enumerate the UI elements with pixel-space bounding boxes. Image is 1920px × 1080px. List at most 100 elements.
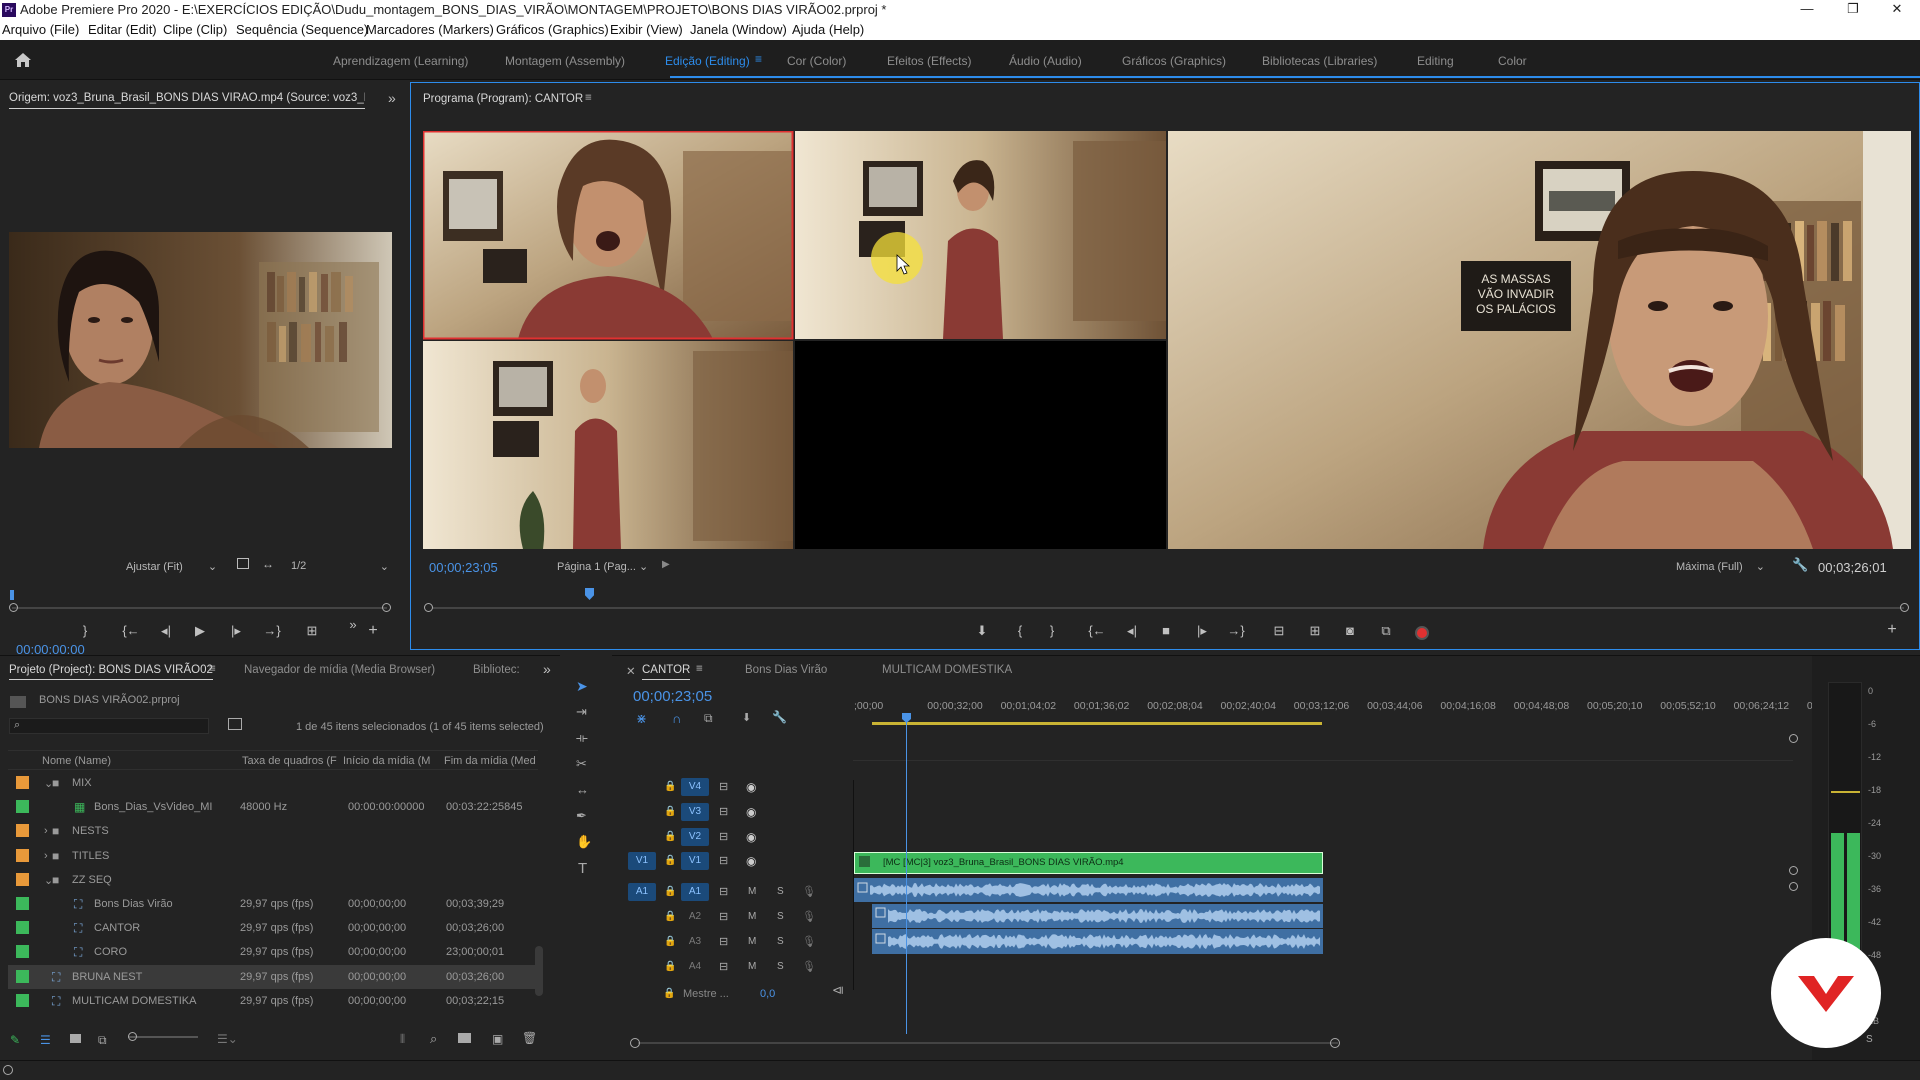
program-zoom-left-handle[interactable] xyxy=(424,603,433,612)
workspace-effects[interactable]: Efeitos (Effects) xyxy=(887,54,971,68)
track-target-button[interactable]: A4 xyxy=(681,958,709,976)
zoom-slider[interactable] xyxy=(128,1036,198,1038)
source-zoom-right-handle[interactable] xyxy=(382,603,391,612)
workspace-audio[interactable]: Áudio (Audio) xyxy=(1009,54,1082,68)
workspace-editing-custom[interactable]: Editing xyxy=(1417,54,1454,68)
timeline-tab-bons-dias[interactable]: Bons Dias Virão xyxy=(745,664,827,676)
project-tab[interactable]: Projeto (Project): BONS DIAS VIRÃO02 xyxy=(9,664,213,680)
sync-lock-icon[interactable]: ⊟ xyxy=(719,935,728,948)
project-row[interactable]: ⛶ CORO 29,97 qps (fps) 00;00;00;00 23;00;00;… xyxy=(8,940,538,964)
new-bin-from-search-icon[interactable] xyxy=(228,718,242,730)
source-fit-dropdown[interactable]: Ajustar (Fit) ⌄ xyxy=(126,560,217,573)
microphone-icon[interactable]: 🎙 xyxy=(802,910,816,923)
eye-icon[interactable]: ◉ xyxy=(746,854,756,868)
solo-button[interactable]: S xyxy=(777,961,784,972)
timeline-tab-menu-icon[interactable]: ≡ xyxy=(696,663,703,675)
sort-icon[interactable]: ☰⌄ xyxy=(217,1032,238,1046)
list-view-icon[interactable]: ☰ xyxy=(40,1033,51,1047)
lock-icon[interactable]: 🔒 xyxy=(663,988,675,999)
project-search-input[interactable]: ⌕ xyxy=(9,718,209,734)
sync-lock-icon[interactable]: ⊟ xyxy=(719,854,728,867)
sync-lock-icon[interactable]: ⊟ xyxy=(719,780,728,793)
source-monitor-tab[interactable]: Origem: voz3_Bruna_Brasil_BONS DIAS VIRÃ… xyxy=(9,92,365,109)
lock-icon[interactable]: 🔒 xyxy=(664,961,676,972)
project-row[interactable]: ⌄ ■ MIX xyxy=(8,771,538,795)
color-label-swatch[interactable] xyxy=(16,897,29,910)
lock-icon[interactable]: 🔒 xyxy=(664,781,676,792)
timeline-tab-multicam[interactable]: MULTICAM DOMESTIKA xyxy=(882,664,1012,676)
go-to-end-icon[interactable]: ⧏ xyxy=(832,983,844,997)
multicam-toggle-icon[interactable]: ⧉ xyxy=(1376,623,1396,639)
workspace-color[interactable]: Cor (Color) xyxy=(787,54,846,68)
microphone-icon[interactable]: 🎙 xyxy=(802,935,816,948)
track-target-button[interactable]: V4 xyxy=(681,778,709,796)
track-target-button[interactable]: A2 xyxy=(681,908,709,926)
color-label-swatch[interactable] xyxy=(16,848,29,862)
lock-icon[interactable]: 🔒 xyxy=(664,806,676,817)
color-label-swatch[interactable] xyxy=(16,824,29,838)
mark-out-icon[interactable]: } xyxy=(1042,623,1062,638)
timeline-hscroll-left[interactable] xyxy=(630,1038,640,1048)
camera-icon[interactable]: ◙ xyxy=(1340,623,1360,638)
timeline-vscroll-handle-top[interactable] xyxy=(1789,734,1798,743)
menu-clip[interactable]: Clipe (Clip) xyxy=(163,22,227,37)
workspace-editing[interactable]: Edição (Editing) xyxy=(665,54,750,68)
work-area-bar[interactable] xyxy=(872,722,1322,725)
program-tab-menu-icon[interactable]: ≡ xyxy=(585,92,592,104)
close-button[interactable]: ✕ xyxy=(1874,0,1920,20)
timeline-hscroll[interactable] xyxy=(638,1042,1338,1044)
maximize-button[interactable]: ❐ xyxy=(1830,0,1876,20)
video-clip[interactable]: [MC [MC|3] voz3_Bruna_Brasil_BONS DIAS V… xyxy=(854,852,1323,874)
menu-file[interactable]: Arquivo (File) xyxy=(2,22,79,37)
hand-tool-icon[interactable]: ✋ xyxy=(576,834,592,850)
source-resolution-dropdown[interactable]: 1/2 ⌄ xyxy=(291,560,391,573)
project-row[interactable]: ▦ Bons_Dias_VsVideo_MI 48000 Hz 00:00:00:00… xyxy=(8,795,538,819)
chevron-right-icon[interactable]: › xyxy=(44,825,48,837)
track-select-tool-icon[interactable]: ⇥ xyxy=(576,704,587,720)
project-tab-menu-icon[interactable]: ≡ xyxy=(209,663,216,675)
program-timecode[interactable]: 00;00;23;05 xyxy=(429,560,498,575)
eye-icon[interactable]: ◉ xyxy=(746,780,756,794)
page-next-icon[interactable]: ▶ xyxy=(662,559,670,570)
chevron-right-icon[interactable]: › xyxy=(44,850,48,862)
nest-toggle-icon[interactable]: ⋇ xyxy=(636,711,647,727)
column-name[interactable]: Nome (Name) xyxy=(42,755,111,767)
add-button-icon[interactable]: + xyxy=(363,622,383,640)
workspace-menu-icon[interactable]: ≡ xyxy=(755,52,762,66)
pen-tool-icon[interactable]: ✒ xyxy=(576,808,587,824)
column-media-end[interactable]: Fim da mídia (Med xyxy=(444,755,544,767)
close-icon[interactable]: ✕ xyxy=(626,664,636,678)
solo-button[interactable]: S xyxy=(777,911,784,922)
extract-icon[interactable]: ⊞ xyxy=(1305,623,1325,639)
eye-icon[interactable]: ◉ xyxy=(746,805,756,819)
timeline-settings-wrench-icon[interactable]: 🔧 xyxy=(772,710,787,724)
record-icon[interactable] xyxy=(1415,626,1429,640)
step-forward-icon[interactable]: |▸ xyxy=(226,623,246,639)
project-row[interactable]: ⛶ BRUNA NEST 29,97 qps (fps) 00;00;00;00 00;… xyxy=(8,964,538,989)
color-label-swatch[interactable] xyxy=(16,921,29,935)
workspace-libraries[interactable]: Bibliotecas (Libraries) xyxy=(1262,54,1377,68)
pencil-icon[interactable]: ✎ xyxy=(10,1033,20,1047)
go-to-in-icon[interactable]: {← xyxy=(121,623,141,638)
track-target-button[interactable]: A1 xyxy=(681,883,709,901)
sync-lock-icon[interactable]: ⊟ xyxy=(719,910,728,923)
icon-view-icon[interactable] xyxy=(70,1034,81,1043)
slip-tool-icon[interactable]: ↔ xyxy=(576,782,589,797)
menu-sequence[interactable]: Sequência (Sequence) xyxy=(236,22,368,37)
microphone-icon[interactable]: 🎙 xyxy=(802,885,816,898)
home-icon[interactable] xyxy=(14,52,32,68)
go-to-in-icon[interactable]: {← xyxy=(1087,623,1107,638)
source-scrubber[interactable] xyxy=(12,607,387,609)
workspace-graphics[interactable]: Gráficos (Graphics) xyxy=(1122,54,1226,68)
track-target-button[interactable]: A3 xyxy=(681,933,709,951)
wrench-icon[interactable]: 🔧 xyxy=(1792,557,1808,573)
timeline-tab-cantor[interactable]: CANTOR xyxy=(642,664,691,680)
menu-view[interactable]: Exibir (View) xyxy=(610,22,683,37)
solo-button[interactable]: S xyxy=(777,886,784,897)
track-target-button[interactable]: V2 xyxy=(681,828,709,846)
source-patch-a1[interactable]: A1 xyxy=(628,883,656,901)
project-row[interactable]: ⛶ Bons Dias Virão 29,97 qps (fps) 00;00;00;… xyxy=(8,892,538,916)
sync-lock-icon[interactable]: ⊟ xyxy=(719,885,728,898)
timeline-playhead[interactable] xyxy=(906,716,907,1034)
linked-selection-icon[interactable]: ⧉ xyxy=(704,711,713,726)
